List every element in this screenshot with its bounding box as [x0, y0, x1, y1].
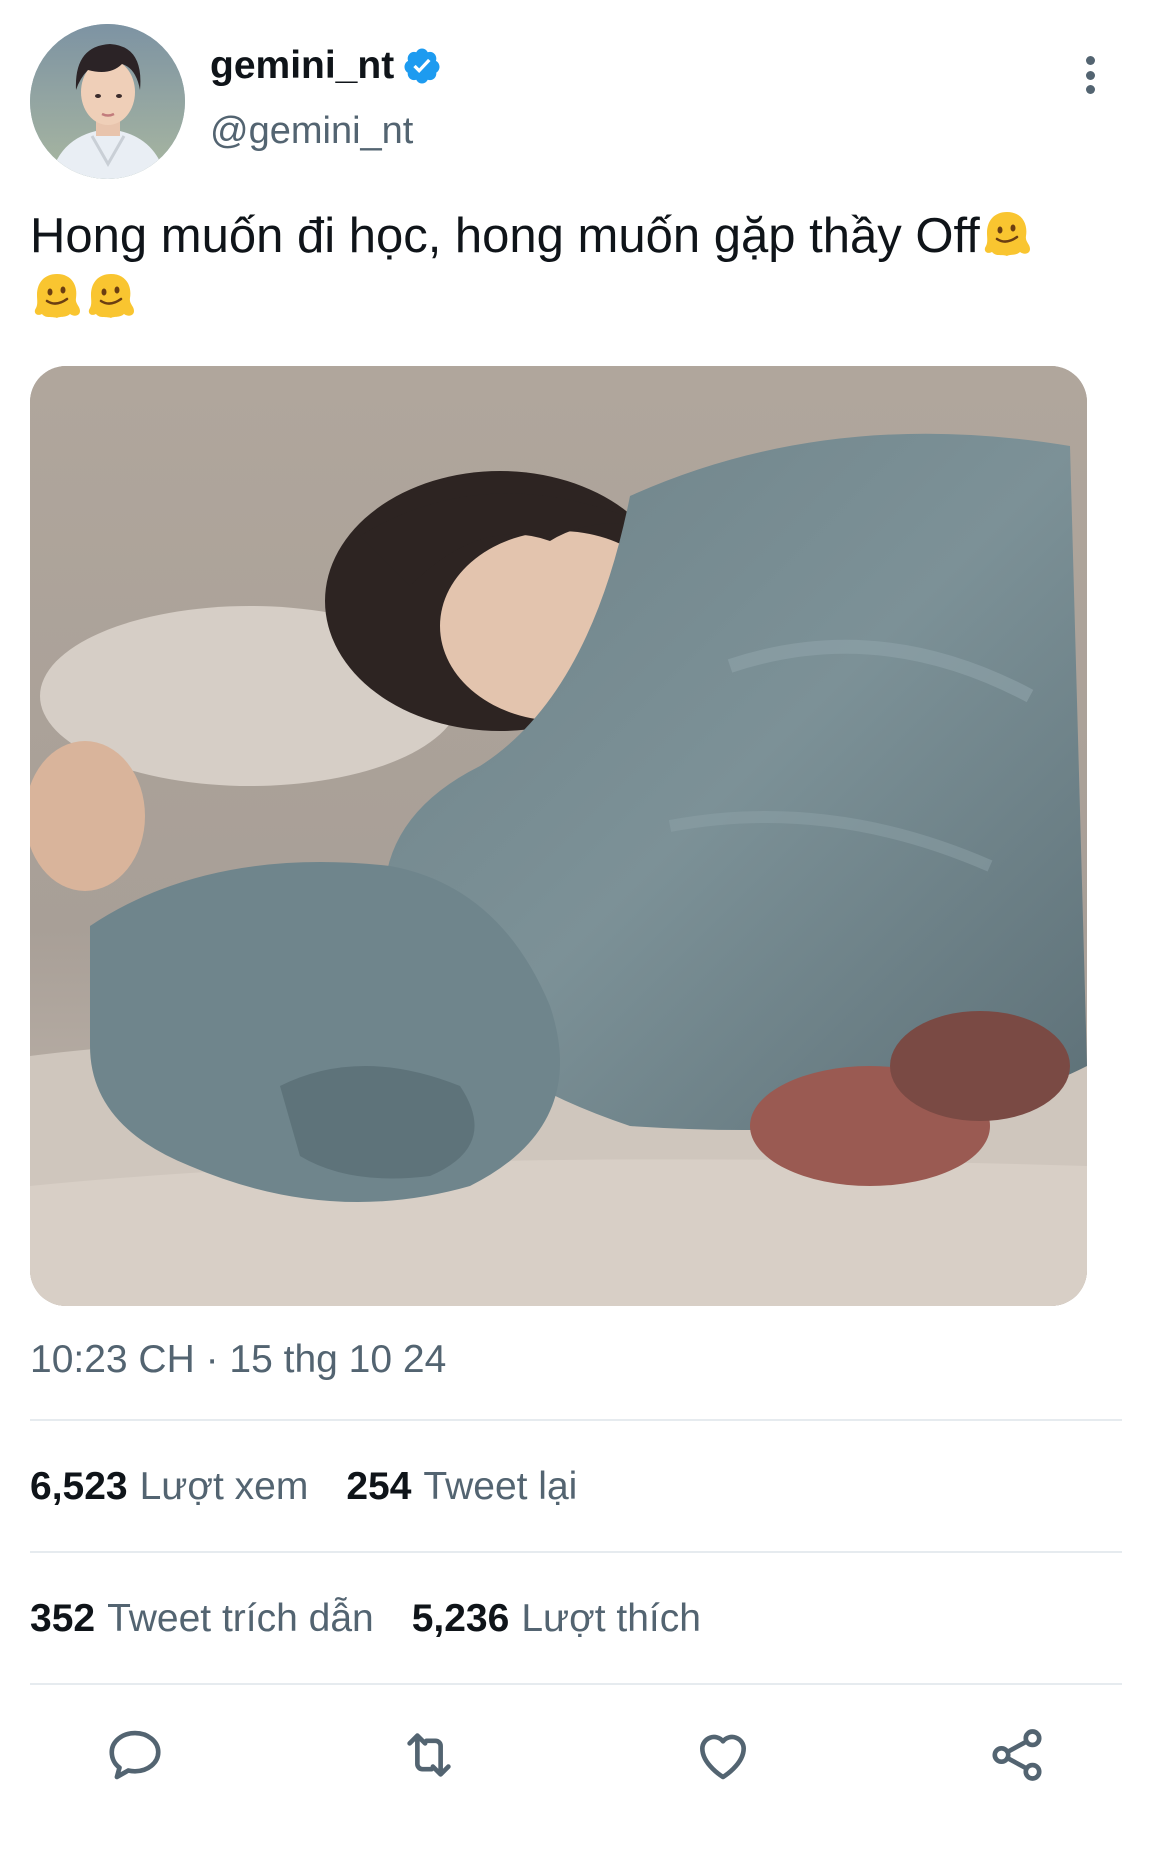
- tweet-text: Hong muốn đi học, hong muốn gặp thầy Off: [30, 205, 1140, 329]
- retweets-stat[interactable]: 254 Tweet lại: [346, 1465, 577, 1509]
- melting-face-emoji-icon: [984, 212, 1030, 256]
- retweets-count: 254: [346, 1465, 412, 1508]
- melting-face-emoji-icon: [34, 274, 80, 318]
- share-button[interactable]: [982, 1720, 1052, 1790]
- quotes-stat[interactable]: 352 Tweet trích dẫn: [30, 1597, 374, 1641]
- share-icon: [992, 1729, 1042, 1781]
- views-count: 6,523: [30, 1465, 128, 1508]
- profile-photo-icon: [30, 24, 185, 179]
- stats-row-1: 6,523 Lượt xem 254 Tweet lại: [30, 1465, 577, 1509]
- verified-badge-icon: [402, 46, 442, 86]
- retweet-icon: [407, 1733, 451, 1777]
- like-button[interactable]: [688, 1720, 758, 1790]
- like-icon: [700, 1734, 746, 1780]
- tweet-detail-page: gemini_nt @gemini_nt Hong muốn đi học, h…: [0, 0, 1152, 1849]
- author-display-name[interactable]: gemini_nt: [210, 44, 442, 88]
- retweet-button[interactable]: [394, 1720, 464, 1790]
- author-handle[interactable]: @gemini_nt: [210, 110, 413, 153]
- divider: [30, 1683, 1122, 1685]
- tweet-actions-bar: [0, 1720, 1152, 1790]
- avatar[interactable]: [30, 24, 185, 179]
- divider: [30, 1551, 1122, 1553]
- reply-button[interactable]: [100, 1720, 170, 1790]
- reply-icon: [109, 1730, 161, 1780]
- likes-stat[interactable]: 5,236 Lượt thích: [412, 1597, 701, 1641]
- views-label: Lượt xem: [139, 1465, 309, 1508]
- likes-label: Lượt thích: [521, 1597, 701, 1640]
- tweet-timestamp[interactable]: 10:23 CH · 15 thg 10 24: [30, 1338, 446, 1382]
- photo-person-under-blanket-icon: [30, 366, 1087, 1306]
- quotes-label: Tweet trích dẫn: [107, 1597, 374, 1640]
- quotes-count: 352: [30, 1597, 96, 1640]
- retweets-label: Tweet lại: [423, 1465, 578, 1508]
- likes-count: 5,236: [411, 1597, 510, 1640]
- tweet-media-photo[interactable]: [30, 366, 1087, 1306]
- views-stat[interactable]: 6,523 Lượt xem: [30, 1465, 308, 1509]
- tweet-text-content: Hong muốn đi học, hong muốn gặp thầy Off: [30, 209, 980, 263]
- divider: [30, 1419, 1122, 1421]
- melting-face-emoji-icon: [88, 274, 134, 318]
- more-options-icon[interactable]: [1072, 50, 1108, 100]
- stats-row-2: 352 Tweet trích dẫn 5,236 Lượt thích: [30, 1597, 701, 1641]
- display-name-text: gemini_nt: [210, 44, 395, 87]
